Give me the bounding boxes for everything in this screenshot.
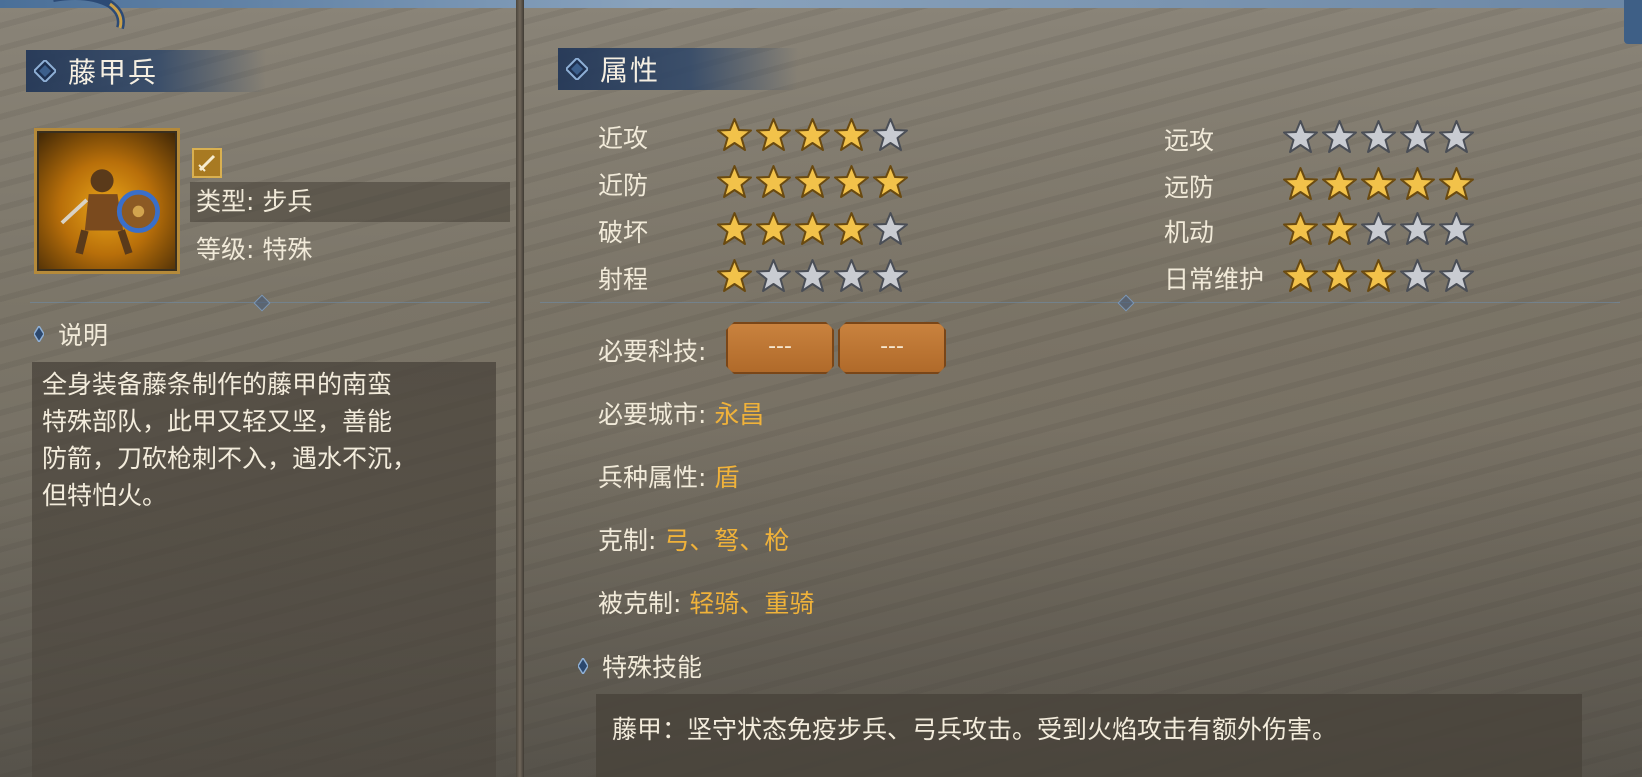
star-empty-icon [1439, 120, 1474, 153]
countered-by-row: 被克制: 轻骑、重骑 [598, 584, 814, 620]
required-tech-label: 必要科技: [598, 337, 707, 366]
star-empty-icon [873, 212, 908, 245]
required-city-row: 必要城市: 永昌 [598, 395, 764, 431]
unit-attribute-value: 盾 [714, 463, 740, 492]
special-skill-header-label: 特殊技能 [602, 653, 703, 682]
star-filled-icon [834, 165, 869, 198]
stat-label-upkeep: 日常维护 [1164, 265, 1265, 294]
stat-label-range: 射程 [598, 265, 649, 294]
unit-type: 类型: 步兵 [190, 182, 510, 222]
stat-label-melee-attack: 近攻 [598, 124, 649, 153]
star-filled-icon [1361, 259, 1396, 292]
vine-armor-soldier-icon [60, 169, 160, 255]
diamond-icon [34, 60, 56, 82]
right-separator-line [540, 302, 1620, 303]
star-filled-icon [1322, 167, 1357, 200]
small-diamond-icon [578, 658, 588, 674]
countered-by-value: 轻骑、重骑 [689, 589, 815, 618]
sword-icon [192, 148, 222, 178]
star-filled-icon [717, 259, 752, 292]
star-empty-icon [756, 259, 791, 292]
stat-stars [716, 211, 909, 248]
star-filled-icon [834, 118, 869, 151]
star-filled-icon [834, 212, 869, 245]
unit-attribute-row: 兵种属性: 盾 [598, 458, 739, 494]
required-tech-slot[interactable]: --- [726, 322, 834, 374]
diamond-icon [566, 58, 588, 80]
star-filled-icon [1283, 259, 1318, 292]
star-empty-icon [873, 118, 908, 151]
star-empty-icon [873, 259, 908, 292]
star-empty-icon [1400, 120, 1435, 153]
right-edge-tab[interactable] [1624, 0, 1642, 44]
required-city-value: 永昌 [714, 400, 765, 429]
star-filled-icon [1322, 259, 1357, 292]
stat-stars [1282, 166, 1475, 203]
stat-stars [1282, 258, 1475, 295]
star-filled-icon [717, 165, 752, 198]
attributes-header: 属性 [558, 48, 798, 90]
star-filled-icon [795, 165, 830, 198]
star-filled-icon [795, 212, 830, 245]
stat-label-ranged-attack: 远攻 [1164, 126, 1215, 155]
star-filled-icon [1400, 167, 1435, 200]
star-filled-icon [1322, 212, 1357, 245]
star-empty-icon [1322, 120, 1357, 153]
star-empty-icon [1361, 212, 1396, 245]
stat-stars [716, 117, 909, 154]
star-filled-icon [795, 118, 830, 151]
star-filled-icon [717, 212, 752, 245]
star-empty-icon [1283, 120, 1318, 153]
star-filled-icon [1283, 167, 1318, 200]
star-filled-icon [756, 118, 791, 151]
star-empty-icon [1400, 259, 1435, 292]
star-filled-icon [756, 165, 791, 198]
stat-stars [716, 164, 909, 201]
star-empty-icon [795, 259, 830, 292]
required-city-label: 必要城市: [598, 400, 707, 429]
special-skill-text: 藤甲：坚守状态免疫步兵、弓兵攻击。受到火焰攻击有额外伤害。 [612, 715, 1338, 744]
unit-attribute-label: 兵种属性: [598, 463, 707, 492]
description-line: 但特怕火。 [42, 481, 168, 510]
stat-label-ranged-defense: 远防 [1164, 173, 1215, 202]
counters-row: 克制: 弓、弩、枪 [598, 521, 789, 557]
star-empty-icon [1361, 120, 1396, 153]
star-filled-icon [1361, 167, 1396, 200]
star-filled-icon [1439, 167, 1474, 200]
attributes-title: 属性 [600, 54, 661, 87]
description-text: 全身装备藤条制作的藤甲的南蛮 特殊部队，此甲又轻又坚，善能 防箭，刀砍枪刺不入，… [42, 366, 472, 514]
stat-label-mobility: 机动 [1164, 218, 1215, 247]
special-skill-header: 特殊技能 [578, 648, 702, 684]
unit-name: 藤甲兵 [68, 56, 159, 89]
star-empty-icon [1400, 212, 1435, 245]
stat-label-siege: 破坏 [598, 218, 649, 247]
panel-divider [516, 0, 524, 777]
description-line: 防箭，刀砍枪刺不入，遇水不沉， [42, 444, 418, 473]
star-filled-icon [756, 212, 791, 245]
required-tech-slot[interactable]: --- [838, 322, 946, 374]
unit-grade: 等级: 特殊 [196, 235, 313, 264]
description-line: 特殊部队，此甲又轻又坚，善能 [42, 407, 393, 436]
stat-stars [716, 258, 909, 295]
top-frame-strip [0, 0, 1642, 8]
countered-by-label: 被克制: [598, 589, 682, 618]
unit-name-header: 藤甲兵 [26, 50, 266, 92]
counters-value: 弓、弩、枪 [664, 526, 790, 555]
stat-label-melee-defense: 近防 [598, 171, 649, 200]
stat-stars [1282, 119, 1475, 156]
description-line: 全身装备藤条制作的藤甲的南蛮 [42, 370, 393, 399]
small-diamond-icon [34, 326, 44, 342]
unit-portrait[interactable] [34, 128, 180, 274]
star-filled-icon [717, 118, 752, 151]
star-empty-icon [1439, 212, 1474, 245]
star-filled-icon [1283, 212, 1318, 245]
counters-label: 克制: [598, 526, 657, 555]
stat-stars [1282, 211, 1475, 248]
star-empty-icon [834, 259, 869, 292]
star-empty-icon [1439, 259, 1474, 292]
star-filled-icon [873, 165, 908, 198]
description-header-label: 说明 [58, 321, 109, 350]
description-header: 说明 [34, 316, 108, 352]
corner-ornament [53, 0, 125, 30]
